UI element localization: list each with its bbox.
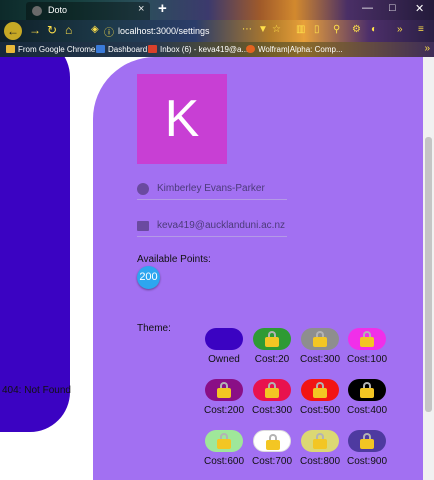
lock-icon (360, 331, 374, 347)
home-icon[interactable]: ⌂ (65, 23, 72, 37)
theme-swatch[interactable] (205, 328, 243, 350)
settings-gear-icon[interactable]: ⚙ (352, 24, 361, 35)
bookmark-dashboard[interactable]: Dashboard (96, 44, 147, 56)
url-bar[interactable]: localhost:3000/settings (118, 23, 238, 39)
points-label: Available Points: (137, 254, 211, 265)
lock-icon (266, 434, 280, 450)
theme-caption: Cost:500 (299, 405, 341, 416)
maximize-icon[interactable]: □ (389, 2, 396, 14)
name-underline (137, 199, 287, 200)
mail-icon (137, 221, 149, 231)
theme-caption: Cost:800 (299, 456, 341, 467)
bookmark-label: Wolfram|Alpha: Comp... (258, 45, 343, 54)
theme-caption: Cost:300 (299, 354, 341, 365)
extension-icon[interactable]: ◐ (371, 24, 377, 35)
side-panel (0, 57, 70, 432)
bookmark-label: From Google Chrome (18, 45, 96, 54)
sidebar-icon[interactable]: ▯ (314, 24, 320, 35)
minimize-icon[interactable]: — (362, 2, 373, 14)
lock-icon (313, 433, 327, 449)
theme-swatch[interactable] (205, 430, 243, 452)
theme-caption: Cost:700 (251, 456, 293, 467)
forward-arrow-icon[interactable]: → (29, 23, 41, 37)
bookmark-label: Dashboard (108, 45, 148, 54)
navigation-bar: ← → ↻ ⌂ ◈ ⓘ localhost:3000/settings ⋯ ▼ … (0, 20, 434, 42)
info-icon[interactable]: ⓘ (104, 24, 114, 39)
name-value: Kimberley Evans-Parker (157, 183, 265, 194)
dashboard-icon (96, 45, 105, 53)
title-bar: Doto × + — □ ✕ (0, 0, 434, 20)
theme-caption: Cost:600 (203, 456, 245, 467)
bookmarks-bar: From Google Chrome Dashboard Inbox (6) -… (0, 42, 434, 57)
close-window-icon[interactable]: ✕ (415, 2, 424, 15)
lock-icon (217, 433, 231, 449)
tab-favicon-icon (32, 6, 42, 16)
theme-swatch[interactable] (348, 328, 386, 350)
theme-swatch[interactable] (348, 430, 386, 452)
theme-caption: Cost:200 (203, 405, 245, 416)
bookmark-wolfram[interactable]: Wolfram|Alpha: Comp... (246, 44, 343, 56)
email-underline (137, 236, 287, 237)
name-field[interactable]: Kimberley Evans-Parker (137, 180, 287, 200)
new-tab-icon[interactable]: + (158, 0, 167, 17)
lock-icon (217, 382, 231, 398)
lock-icon (265, 382, 279, 398)
theme-label: Theme: (137, 323, 171, 334)
theme-swatch[interactable] (301, 328, 339, 350)
library-icon[interactable]: ▥ (296, 24, 305, 35)
lock-icon (360, 382, 374, 398)
tab-doto[interactable]: Doto × (26, 2, 150, 20)
points-badge: 200 (137, 266, 160, 289)
not-found-text: 404: Not Found (2, 385, 71, 396)
theme-swatch[interactable] (301, 430, 339, 452)
theme-swatch[interactable] (348, 379, 386, 401)
theme-caption: Cost:900 (346, 456, 388, 467)
theme-caption: Cost:400 (346, 405, 388, 416)
lock-icon (313, 382, 327, 398)
theme-swatch[interactable] (253, 328, 291, 350)
theme-swatch[interactable] (301, 379, 339, 401)
shield-icon[interactable]: ◈ (91, 24, 99, 35)
bookmarks-overflow-icon[interactable]: » (424, 43, 430, 54)
tab-close-icon[interactable]: × (138, 3, 144, 15)
email-field[interactable]: keva419@aucklanduni.ac.nz (137, 217, 287, 237)
theme-swatch[interactable] (253, 379, 291, 401)
search-icon[interactable]: ⚲ (333, 24, 340, 35)
overflow-icon[interactable]: » (397, 24, 403, 35)
bookmark-label: Inbox (6) - keva419@a... (160, 45, 249, 54)
reload-icon[interactable]: ↻ (47, 23, 57, 37)
theme-caption: Cost:100 (346, 354, 388, 365)
browser-window: Doto × + — □ ✕ ← → ↻ ⌂ ◈ ⓘ localhost:300… (0, 0, 434, 480)
email-value: keva419@aucklanduni.ac.nz (157, 220, 286, 231)
lock-icon (265, 331, 279, 347)
pocket-icon[interactable]: ▼ (258, 24, 268, 35)
more-actions-icon[interactable]: ⋯ (242, 24, 252, 35)
theme-caption: Cost:20 (254, 354, 290, 365)
back-arrow-icon[interactable]: ← (4, 22, 22, 40)
avatar: K (137, 74, 227, 164)
scrollbar-thumb[interactable] (425, 137, 432, 412)
theme-caption: Cost:300 (251, 405, 293, 416)
theme-swatch[interactable] (205, 379, 243, 401)
tab-title: Doto (48, 5, 68, 15)
lock-icon (360, 433, 374, 449)
bookmark-from-google-chrome[interactable]: From Google Chrome (6, 44, 95, 56)
gmail-icon (148, 45, 157, 53)
lock-icon (313, 331, 327, 347)
bookmark-star-icon[interactable]: ☆ (272, 24, 281, 35)
person-icon (137, 183, 149, 195)
wolfram-icon (246, 45, 255, 53)
menu-icon[interactable]: ≡ (418, 24, 424, 35)
folder-icon (6, 45, 15, 53)
theme-swatch[interactable] (253, 430, 291, 452)
theme-caption: Owned (208, 354, 240, 365)
bookmark-inbox[interactable]: Inbox (6) - keva419@a... (148, 44, 248, 56)
